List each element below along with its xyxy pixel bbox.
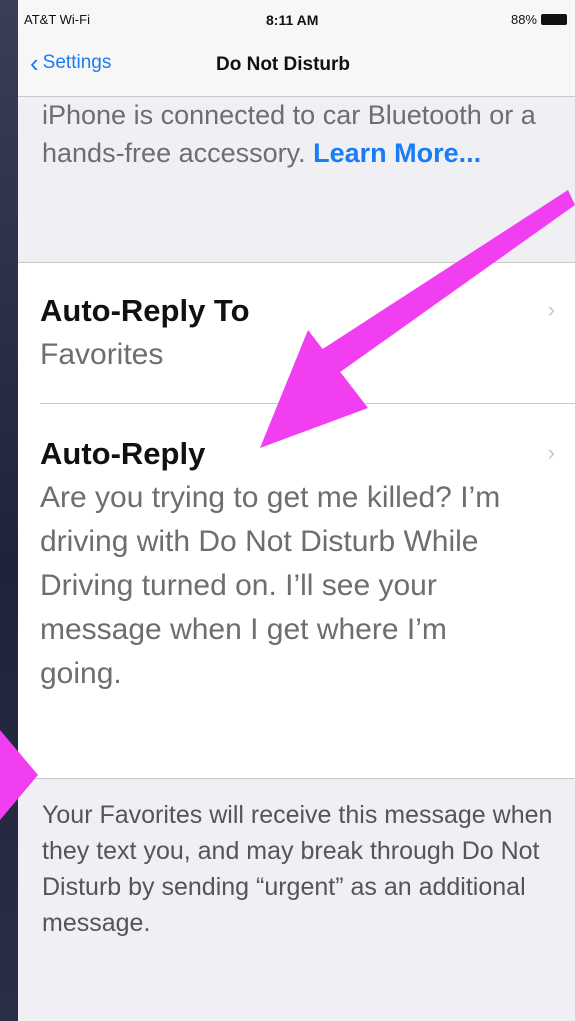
back-label: Settings — [42, 52, 112, 73]
auto-reply-title: Auto-Reply — [40, 436, 206, 471]
auto-reply-to-value: Favorites — [40, 338, 164, 371]
chevron-right-icon: › — [547, 297, 555, 322]
back-button[interactable]: ‹ Settings — [30, 48, 112, 78]
navigation-bar: ‹ Settings Do Not Disturb — [18, 40, 575, 97]
chevron-right-icon: › — [547, 440, 555, 465]
auto-reply-to-title: Auto-Reply To — [40, 293, 250, 328]
chevron-left-icon: ‹ — [30, 48, 39, 78]
auto-reply-to-cell[interactable]: Auto-Reply To Favorites › — [18, 263, 575, 403]
carrier-label: AT&T Wi-Fi — [24, 12, 90, 27]
page-title: Do Not Disturb — [216, 54, 351, 75]
status-bar: AT&T Wi-Fi 8:11 AM 88% — [18, 0, 575, 40]
status-right: 88% — [511, 12, 567, 27]
battery-icon — [541, 14, 567, 25]
phone-screen: AT&T Wi-Fi 8:11 AM 88% ‹ Settings Do Not… — [18, 0, 575, 1021]
auto-reply-group: Auto-Reply To Favorites › Auto-Reply Are… — [18, 262, 575, 779]
bluetooth-footer: iPhone is connected to car Bluetooth or … — [42, 96, 562, 172]
clock: 8:11 AM — [266, 12, 319, 28]
learn-more-link[interactable]: Learn More... — [313, 138, 481, 168]
auto-reply-cell[interactable]: Auto-Reply Are you trying to get me kill… — [18, 404, 575, 778]
favorites-footer: Your Favorites will receive this message… — [42, 801, 553, 937]
battery-percent: 88% — [510, 12, 537, 27]
auto-reply-message: Are you trying to get me killed? I’m dri… — [40, 481, 501, 690]
